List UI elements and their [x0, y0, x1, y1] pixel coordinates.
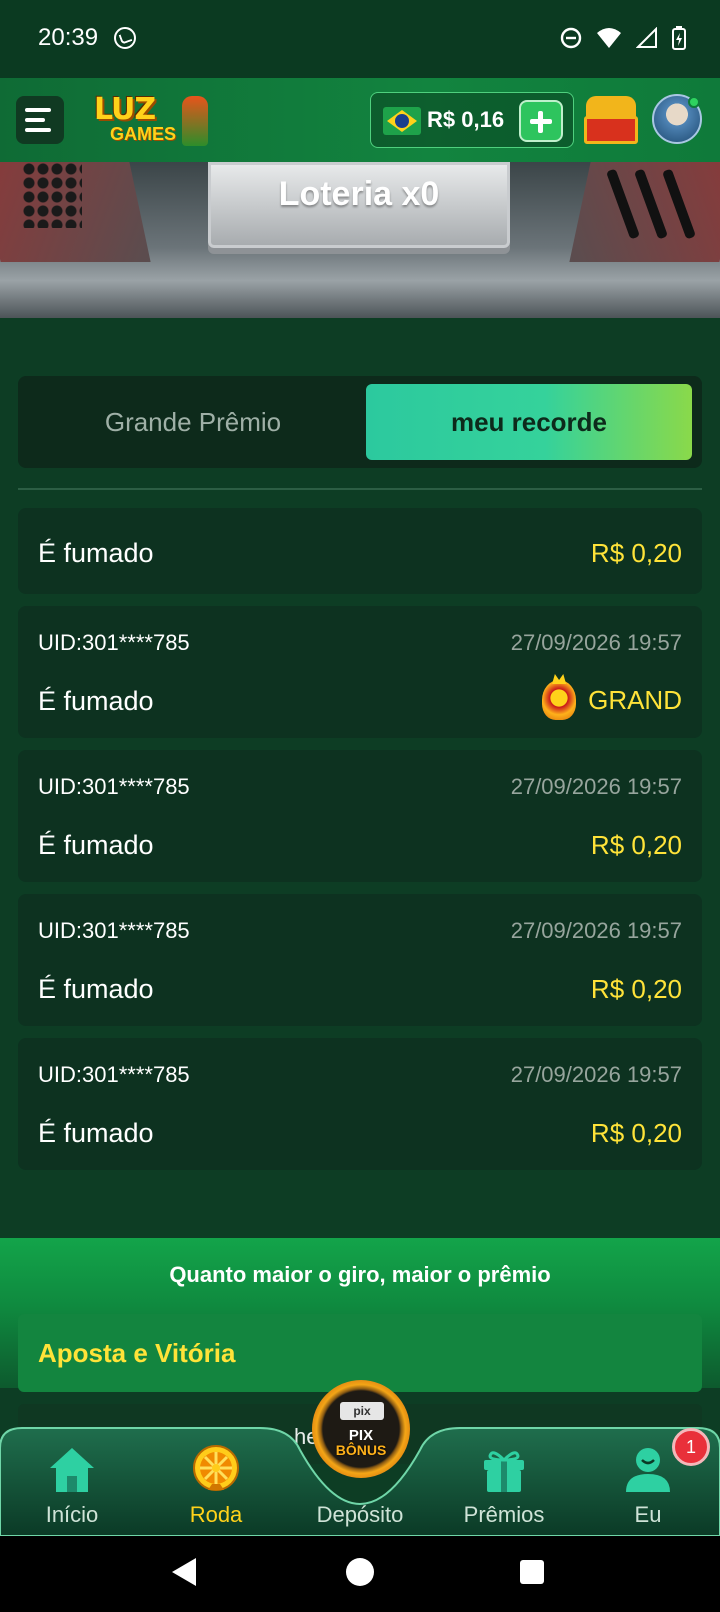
whatsapp-icon [114, 27, 136, 49]
bonus-label: BÔNUS [335, 1442, 387, 1458]
nav-home[interactable]: Início [0, 1426, 144, 1536]
user-avatar[interactable] [652, 94, 702, 144]
divider [18, 488, 702, 490]
lottery-title-plate: Loteria x0 [208, 162, 510, 248]
notification-badge: 1 [672, 1428, 710, 1466]
nav-label: Eu [634, 1502, 662, 1527]
status-bar: 20:39 [0, 0, 720, 78]
menu-icon-line [25, 118, 45, 122]
promo-text: Quanto maior o giro, maior o prêmio [169, 1262, 551, 1287]
tab-grand-prize[interactable]: Grande Prêmio [26, 384, 360, 460]
record-item: UID:301****785 27/09/2026 19:57 É fumado… [18, 894, 702, 1026]
wifi-icon [597, 28, 621, 48]
record-date: 27/09/2026 19:57 [510, 774, 682, 799]
home-icon [50, 1448, 94, 1492]
nav-label: Depósito [316, 1502, 404, 1527]
do-not-disturb-icon [560, 27, 582, 49]
lottery-banner: Loteria x0 [0, 162, 720, 318]
home-circle-icon[interactable] [346, 1558, 374, 1586]
lever-stick [605, 168, 641, 240]
menu-icon-line [25, 128, 51, 132]
app-header: LUZ GAMES R$ 0,16 [0, 78, 720, 162]
wheel-icon [193, 1445, 239, 1491]
status-time: 20:39 [38, 24, 99, 51]
banner-title: Loteria x0 [278, 175, 440, 213]
nav-wheel[interactable]: Roda [144, 1426, 288, 1536]
record-date: 27/09/2026 19:57 [510, 918, 682, 943]
record-game: É fumado [38, 1118, 154, 1148]
record-uid: UID:301****785 [38, 774, 190, 799]
speaker-grille [22, 162, 82, 228]
tab-my-record[interactable]: meu recorde [366, 384, 692, 460]
balance-amount: R$ 0,16 [427, 107, 505, 132]
battery-icon [672, 26, 686, 50]
status-icons [560, 26, 686, 50]
recent-apps-icon[interactable] [520, 1560, 544, 1584]
menu-button[interactable] [16, 96, 64, 144]
nav-label: Roda [189, 1502, 243, 1527]
online-dot [688, 96, 700, 108]
treasure-chest-icon[interactable] [582, 92, 640, 146]
record-item: É fumado R$ 0,20 [18, 508, 702, 594]
record-value: R$ 0,20 [590, 830, 682, 860]
record-uid: UID:301****785 [38, 1062, 190, 1087]
promo-section: Quanto maior o giro, maior o prêmio Apos… [0, 1238, 720, 1392]
pix-bonus-button[interactable]: pix PIX BÔNUS [312, 1380, 410, 1478]
record-game: É fumado [38, 830, 154, 860]
add-balance-button[interactable] [519, 100, 563, 142]
logo-mascot-icon [182, 96, 208, 146]
record-uid: UID:301****785 [38, 630, 190, 655]
lever-stick [661, 168, 697, 240]
chest-box [584, 116, 638, 144]
record-uid: UID:301****785 [38, 918, 190, 943]
nav-label: Prêmios [463, 1502, 545, 1527]
pix-logo: pix [340, 1402, 384, 1420]
record-value: R$ 0,20 [590, 974, 682, 1004]
lever-sticks [598, 162, 698, 242]
nav-prizes[interactable]: Prêmios [432, 1426, 576, 1536]
user-icon [626, 1448, 670, 1492]
record-item: UID:301****785 27/09/2026 19:57 É fumado… [18, 750, 702, 882]
record-item: UID:301****785 27/09/2026 19:57 É fumado… [18, 606, 702, 738]
record-value: R$ 0,20 [590, 1118, 682, 1148]
grand-win-indicator: GRAND [542, 680, 682, 720]
signal-icon [636, 27, 657, 48]
record-tabs: Grande Prêmio meu recorde [18, 376, 702, 468]
brazil-flag-icon [383, 107, 421, 135]
pix-label: PIX [348, 1427, 374, 1444]
lever-stick [633, 168, 669, 240]
chest-lid [586, 96, 636, 118]
record-value: GRAND [588, 684, 682, 715]
back-icon[interactable] [172, 1558, 196, 1586]
record-date: 27/09/2026 19:57 [510, 630, 682, 655]
record-item: UID:301****785 27/09/2026 19:57 É fumado… [18, 1038, 702, 1170]
record-game: É fumado [38, 686, 154, 716]
record-value: R$ 0,20 [590, 538, 682, 568]
balance-box: R$ 0,16 [370, 92, 574, 148]
record-date: 27/09/2026 19:57 [510, 1062, 682, 1087]
section-title: Aposta e Vitória [38, 1338, 236, 1368]
menu-icon [25, 108, 51, 112]
nav-label: Início [45, 1502, 99, 1527]
logo-word-luz: LUZ [94, 92, 156, 127]
app-logo[interactable]: LUZ GAMES [92, 90, 212, 152]
gift-icon [484, 1451, 524, 1492]
record-game: É fumado [38, 538, 154, 568]
system-nav-bar [0, 1536, 720, 1612]
grand-win-icon [542, 680, 577, 720]
record-game: É fumado [38, 974, 154, 1004]
logo-word-games: GAMES [110, 124, 177, 144]
